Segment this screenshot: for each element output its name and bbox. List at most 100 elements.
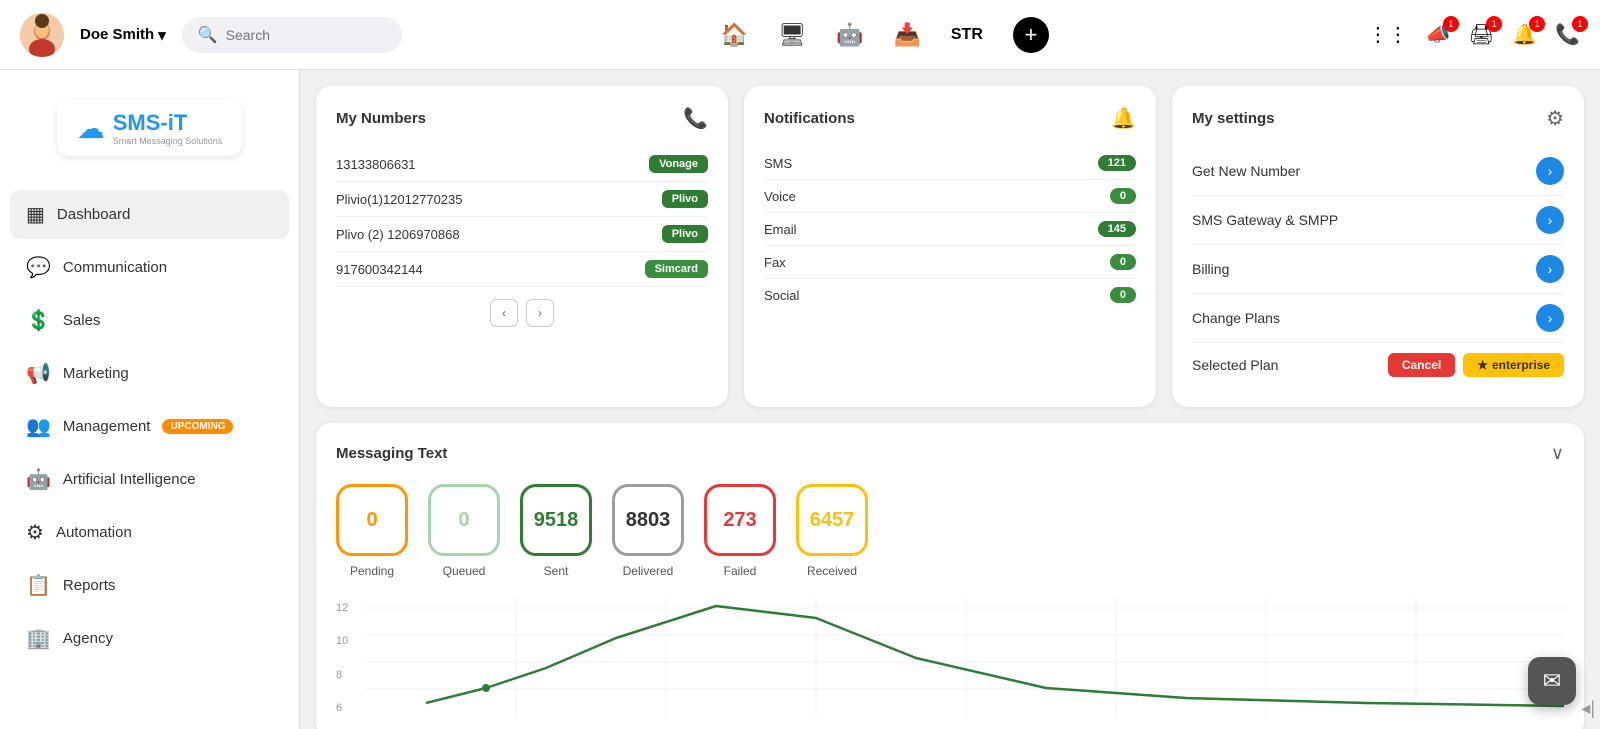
megaphone-badge: 1	[1443, 16, 1459, 32]
sidebar-item-ai[interactable]: 🤖 Artificial Intelligence	[10, 455, 289, 504]
cards-row: My Numbers 📞 13133806631 Vonage Plivio(1…	[316, 86, 1584, 407]
stat-label-failed: Failed	[724, 564, 757, 578]
setting-label: Change Plans	[1192, 310, 1280, 326]
notifications-header: Notifications 🔔	[764, 106, 1136, 131]
sidebar-item-reports[interactable]: 📋 Reports	[10, 561, 289, 610]
next-arrow[interactable]: ›	[526, 299, 554, 327]
notifications-card: Notifications 🔔 SMS 121 Voice 0 Email 14…	[744, 86, 1156, 407]
logo-area: ☁ SMS-iT Smart Messaging Solutions	[10, 90, 289, 166]
logo-box: ☁ SMS-iT Smart Messaging Solutions	[57, 100, 243, 156]
robot-icon[interactable]: 🤖	[836, 22, 863, 48]
sidebar-item-sales[interactable]: 💲 Sales	[10, 296, 289, 345]
chat-icon: 💬	[26, 255, 51, 280]
sidebar-item-dashboard[interactable]: ▦ Dashboard	[10, 190, 289, 239]
sidebar-item-label: Dashboard	[57, 206, 130, 223]
notif-label: Fax	[764, 255, 786, 270]
notif-row-voice: Voice 0	[764, 180, 1136, 213]
number-row-2: Plivio(1)12012770235 Plivo	[336, 182, 708, 217]
stat-sent: 9518 Sent	[520, 484, 592, 578]
sidebar-item-marketing[interactable]: 📢 Marketing	[10, 349, 289, 398]
provider-badge: Plivo	[662, 225, 708, 243]
sidebar-item-management[interactable]: 👥 Management UPCOMING	[10, 402, 289, 451]
stat-circle-delivered: 8803	[612, 484, 684, 556]
monitor-icon[interactable]: 🖥	[778, 22, 806, 48]
enterprise-plan-button[interactable]: ★ enterprise	[1463, 353, 1564, 377]
number-text: 13133806631	[336, 157, 416, 172]
prev-arrow[interactable]: ‹	[490, 299, 518, 327]
sidebar: ☁ SMS-iT Smart Messaging Solutions ▦ Das…	[0, 70, 300, 729]
provider-badge: Simcard	[645, 260, 708, 278]
notif-label: Email	[764, 222, 797, 237]
printer-nav[interactable]: 🖨 1	[1469, 22, 1494, 47]
y-label-6: 6	[336, 702, 366, 714]
home-icon[interactable]: 🏠	[721, 22, 748, 48]
stat-queued: 0 Queued	[428, 484, 500, 578]
phone-nav[interactable]: 📞 1	[1555, 22, 1580, 47]
sidebar-item-label: Agency	[63, 630, 113, 647]
printer-badge: 1	[1486, 16, 1502, 32]
sidebar-item-communication[interactable]: 💬 Communication	[10, 243, 289, 292]
sidebar-item-automation[interactable]: ⚙ Automation	[10, 508, 289, 557]
building-icon: 🏢	[26, 626, 51, 651]
sidebar-item-label: Sales	[63, 312, 101, 329]
chart-line	[426, 606, 1564, 708]
setting-arrow-0[interactable]: ›	[1536, 157, 1564, 185]
cancel-plan-button[interactable]: Cancel	[1388, 353, 1455, 377]
number-row-1: 13133806631 Vonage	[336, 147, 708, 182]
logo-sub: Smart Messaging Solutions	[113, 136, 223, 146]
notif-label: Voice	[764, 189, 796, 204]
bell-nav[interactable]: 🔔 1	[1512, 22, 1537, 47]
setting-arrow-1[interactable]: ›	[1536, 206, 1564, 234]
users-icon: 👥	[26, 414, 51, 439]
megaphone-nav[interactable]: 📣 1	[1426, 22, 1451, 47]
provider-badge: Vonage	[649, 155, 708, 173]
chart-dot	[482, 684, 490, 692]
stat-circle-queued: 0	[428, 484, 500, 556]
megaphone-icon: 📢	[26, 361, 51, 386]
setting-arrow-3[interactable]: ›	[1536, 304, 1564, 332]
sidebar-item-label: Marketing	[63, 365, 129, 382]
inbox-icon[interactable]: 📥	[893, 22, 920, 48]
phone-card-icon: 📞	[683, 106, 708, 131]
notif-row-sms: SMS 121	[764, 147, 1136, 180]
notifications-title: Notifications	[764, 110, 855, 127]
number-text: Plivo (2) 1206970868	[336, 227, 460, 242]
user-name[interactable]: Doe Smith ▾	[80, 26, 166, 44]
messaging-header: Messaging Text ∨	[336, 443, 1564, 464]
sidebar-item-label: Communication	[63, 259, 167, 276]
stat-pending: 0 Pending	[336, 484, 408, 578]
notif-row-fax: Fax 0	[764, 246, 1136, 279]
search-bar[interactable]: 🔍	[182, 17, 402, 53]
sidebar-item-agency[interactable]: 🏢 Agency	[10, 614, 289, 663]
setting-label: SMS Gateway & SMPP	[1192, 212, 1338, 228]
stat-circle-pending: 0	[336, 484, 408, 556]
search-input[interactable]	[226, 27, 386, 43]
gear-icon: ⚙	[26, 520, 44, 545]
setting-row-1: SMS Gateway & SMPP ›	[1192, 196, 1564, 245]
avatar	[20, 13, 64, 57]
setting-arrow-2[interactable]: ›	[1536, 255, 1564, 283]
bell-badge: 1	[1529, 16, 1545, 32]
nav-center: 🏠 🖥 🤖 📥 STR +	[418, 17, 1352, 53]
grid-icon[interactable]: ⋮⋮	[1368, 22, 1408, 47]
setting-label: Get New Number	[1192, 163, 1300, 179]
nav-arrows: ‹ ›	[336, 299, 708, 327]
notif-row-email: Email 145	[764, 213, 1136, 246]
collapse-icon[interactable]: ∨	[1551, 443, 1564, 464]
notif-label: Social	[764, 288, 799, 303]
y-label-8: 8	[336, 669, 366, 681]
setting-row-3: Change Plans ›	[1192, 294, 1564, 343]
plus-button[interactable]: +	[1013, 17, 1049, 53]
sidebar-item-label: Management	[63, 418, 151, 435]
float-chat-button[interactable]: ✉	[1528, 657, 1576, 705]
logo-icon: ☁	[77, 112, 105, 145]
stat-circle-failed: 273	[704, 484, 776, 556]
notif-count: 145	[1098, 221, 1136, 237]
sidebar-item-label: Artificial Intelligence	[63, 471, 196, 488]
stat-label-pending: Pending	[350, 564, 394, 578]
notif-count: 0	[1110, 188, 1136, 204]
provider-badge: Plivo	[662, 190, 708, 208]
selected-plan-row: Selected Plan Cancel ★ enterprise	[1192, 343, 1564, 387]
nav-right: ⋮⋮ 📣 1 🖨 1 🔔 1 📞 1	[1368, 22, 1580, 47]
str-label[interactable]: STR	[951, 26, 983, 44]
